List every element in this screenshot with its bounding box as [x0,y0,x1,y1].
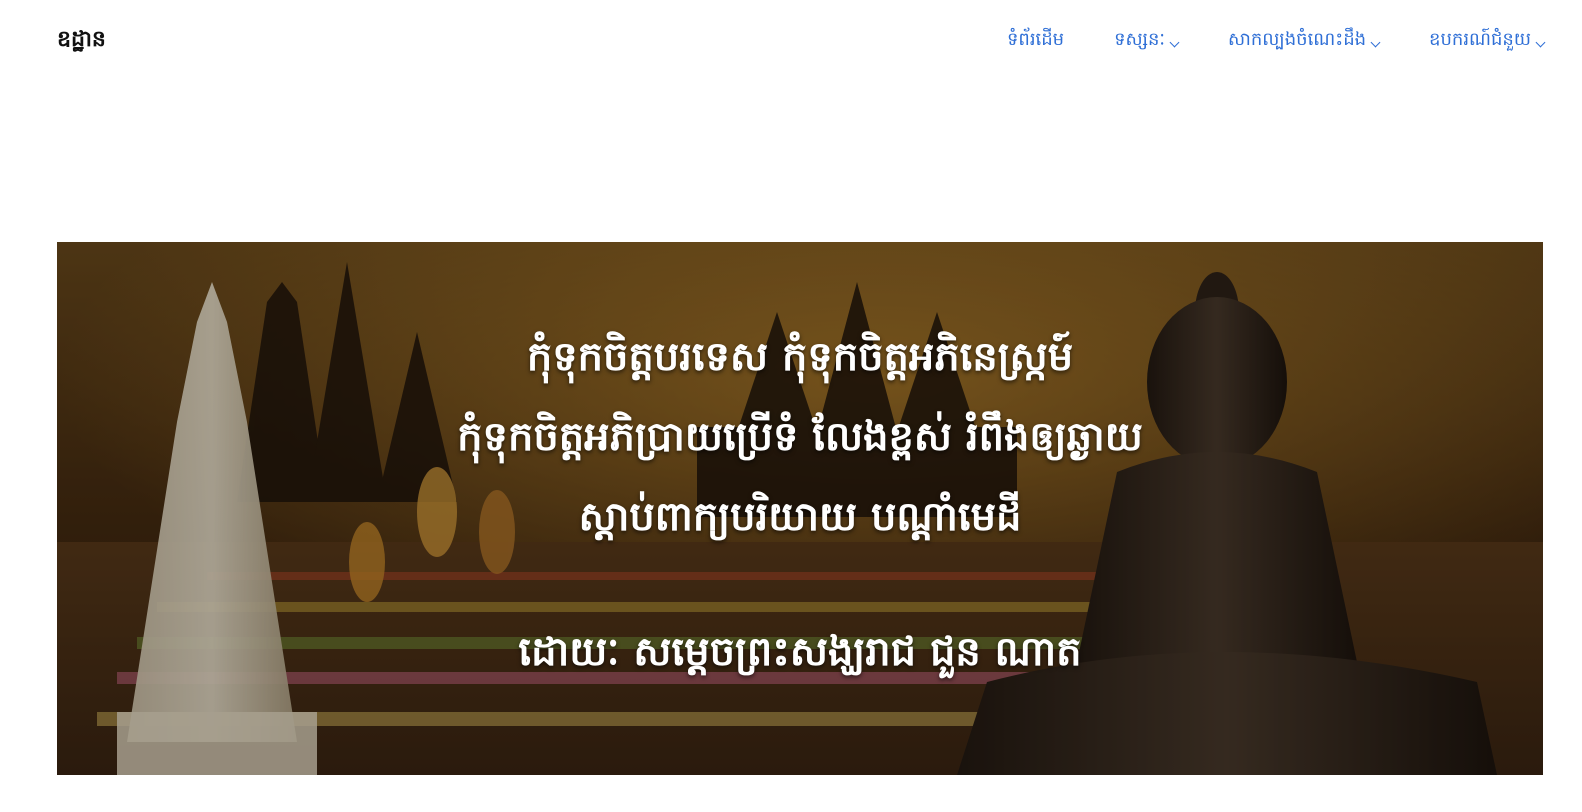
chevron-down-icon [1169,37,1180,47]
hero-banner: កុំទុកចិត្តបរទេស កុំទុកចិត្តអភិនេស្រ្កម៍… [57,242,1543,775]
hero-verse-line: ស្តាប់ពាក្យបរិយាយ បណ្តាំមេដី [578,494,1022,540]
nav-item-tools[interactable]: ឧបករណ៍ជំនួយ [1429,26,1546,54]
nav-item-label: សាកល្បងចំណេះដឹង [1227,29,1367,50]
chevron-down-icon [1370,37,1381,47]
page: ឧដ្ឋាន ទំព័រដើម ទស្សនៈ សាកល្បងចំណេះដឹង ឧ… [0,0,1582,812]
nav-item-views[interactable]: ទស្សនៈ [1114,26,1180,54]
nav-item-label: ឧបករណ៍ជំនួយ [1429,29,1531,50]
hero-text: កុំទុកចិត្តបរទេស កុំទុកចិត្តអភិនេស្រ្កម៍… [57,242,1543,775]
hero-author: ដោយៈ សម្តេចព្រះសង្ឃរាជ ជួន ណាត [518,629,1082,675]
nav-item-quiz[interactable]: សាកល្បងចំណេះដឹង [1227,26,1381,54]
main-nav: ទំព័រដើម ទស្សនៈ សាកល្បងចំណេះដឹង ឧបករណ៍ជំ… [1007,26,1546,54]
hero-verse-line: កុំទុកចិត្តបរទេស កុំទុកចិត្តអភិនេស្រ្កម៍ [526,334,1074,380]
site-brand[interactable]: ឧដ្ឋាន [57,24,106,56]
navbar: ឧដ្ឋាន ទំព័រដើម ទស្សនៈ សាកល្បងចំណេះដឹង ឧ… [0,0,1582,80]
nav-item-label: ទំព័រដើម [1006,29,1065,50]
nav-item-label: ទស្សនៈ [1114,29,1165,50]
nav-item-home[interactable]: ទំព័រដើម [1007,26,1064,54]
hero-verse-line: កុំទុកចិត្តអភិប្រាយប្រើទំ លែងខ្ពស់ រំពឹង… [457,414,1143,460]
chevron-down-icon [1535,37,1546,47]
